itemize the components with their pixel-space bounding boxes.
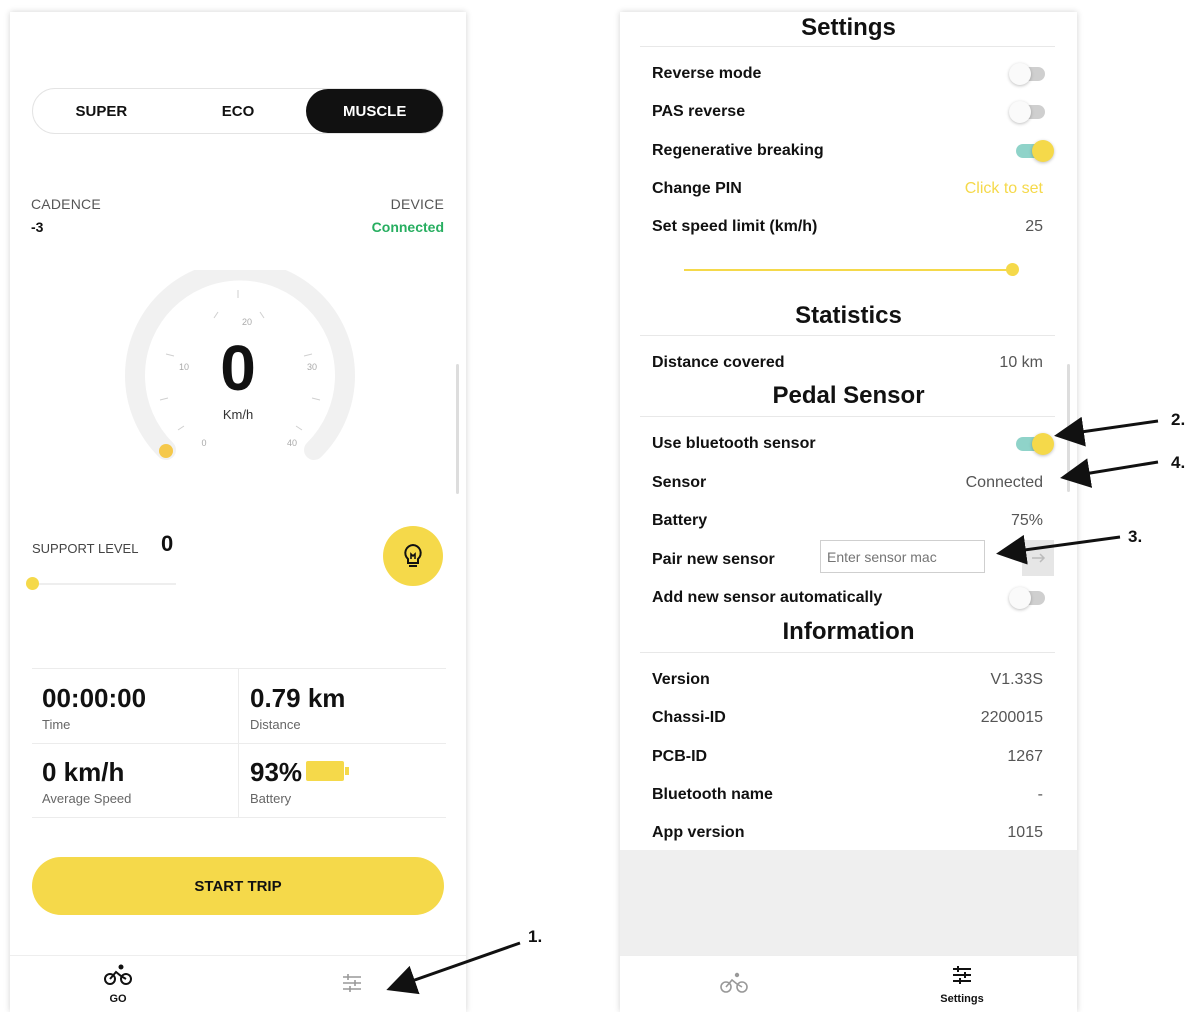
annotation-1: 1. (528, 927, 543, 946)
arrow-4 (1060, 458, 1159, 488)
annotation-arrows (386, 416, 1159, 995)
annotation-2: 2. (1171, 410, 1186, 429)
arrow-3 (996, 534, 1121, 565)
annotation-4: 4. (1171, 453, 1186, 472)
arrow-1 (386, 941, 521, 995)
annotation-3: 3. (1128, 527, 1143, 546)
arrow-2 (1054, 416, 1159, 447)
